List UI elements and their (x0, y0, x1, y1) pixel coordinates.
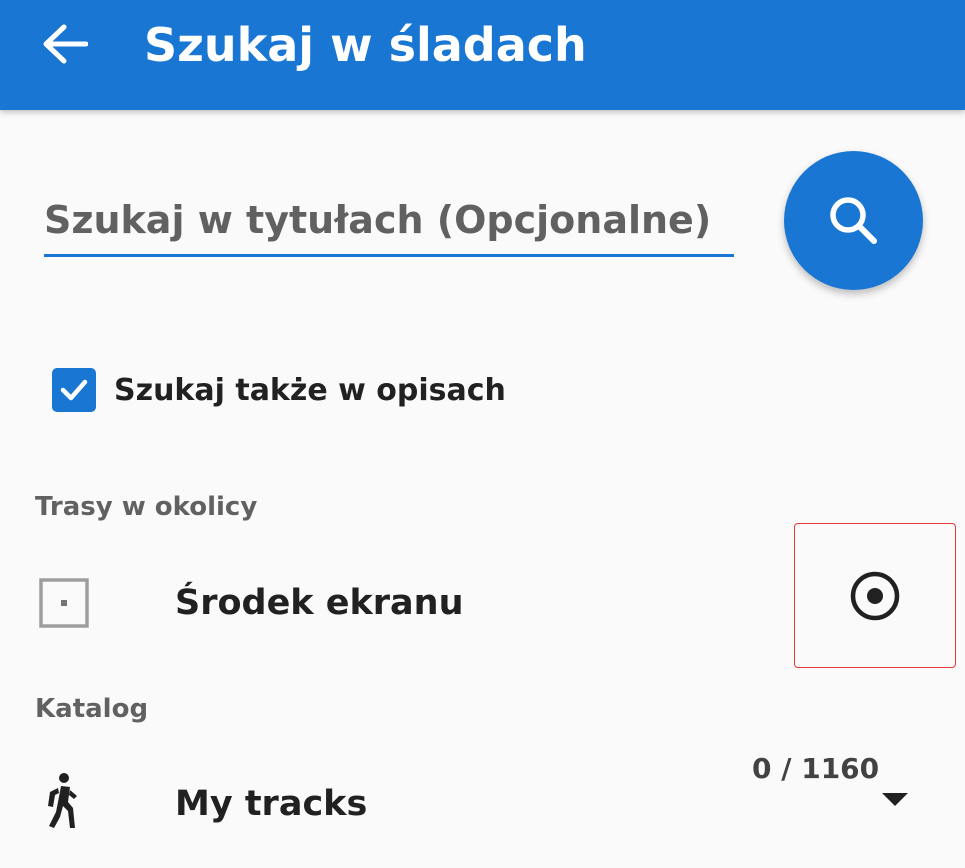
section-header-nearby: Trasy w okolicy (35, 492, 258, 522)
catalog-dropdown[interactable] (870, 780, 920, 820)
search-button[interactable] (784, 151, 923, 290)
screen-center-radio[interactable] (794, 523, 956, 668)
search-field (44, 186, 734, 258)
radio-selected-icon (850, 571, 900, 620)
back-button[interactable] (30, 14, 100, 74)
search-icon (829, 196, 877, 244)
search-input[interactable] (44, 186, 734, 257)
page-title: Szukaj w śladach (144, 18, 587, 72)
app-bar: Szukaj w śladach (0, 0, 965, 110)
list-item-label: Środek ekranu (175, 583, 464, 623)
list-item-label: My tracks (175, 784, 368, 824)
search-descriptions-option[interactable]: Szukaj także w opisach (52, 362, 506, 418)
hiking-icon (44, 772, 84, 832)
caret-down-icon (882, 793, 908, 806)
checkmark-icon (60, 379, 88, 401)
search-descriptions-label: Szukaj także w opisach (114, 372, 506, 408)
search-tracks-screen: Szukaj w śladach Szukaj także w opisach … (0, 0, 965, 868)
search-descriptions-checkbox[interactable] (52, 368, 96, 412)
section-header-catalog: Katalog (35, 694, 149, 724)
screen-center-icon (38, 577, 90, 629)
tracks-count: 0 / 1160 (752, 752, 880, 785)
arrow-left-icon (43, 24, 88, 64)
